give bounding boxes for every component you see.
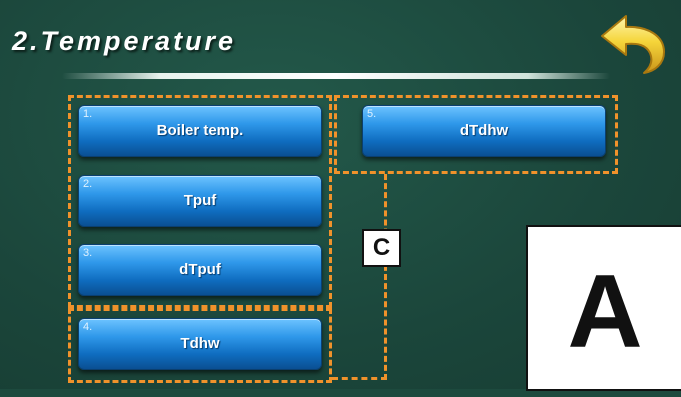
boiler-temp-button[interactable]: 1. Boiler temp. xyxy=(78,105,322,157)
annotation-label-c: C xyxy=(362,229,401,267)
button-number: 3. xyxy=(83,247,93,259)
button-number: 2. xyxy=(83,178,93,190)
page-title: 2.Temperature xyxy=(12,26,237,56)
button-label: Tpuf xyxy=(183,192,217,209)
temperature-screen: 2.Temperature 1. Boiler temp. 2. Tpuf 3.… xyxy=(0,0,681,391)
title-underline xyxy=(62,73,610,79)
curved-back-arrow-icon xyxy=(601,15,665,74)
highlight-region-c xyxy=(332,174,387,380)
annotation-label-a: A xyxy=(526,225,681,391)
button-label: Boiler temp. xyxy=(156,122,244,139)
dtpuf-button[interactable]: 3. dTpuf xyxy=(78,244,322,296)
button-label: Tdhw xyxy=(180,335,220,352)
button-label: dTdhw xyxy=(459,122,509,139)
button-number: 4. xyxy=(83,321,93,333)
tdhw-button[interactable]: 4. Tdhw xyxy=(78,318,322,370)
tpuf-button[interactable]: 2. Tpuf xyxy=(78,175,322,227)
back-button[interactable] xyxy=(598,10,670,76)
button-label: dTpuf xyxy=(179,261,221,278)
dtdhw-button[interactable]: 5. dTdhw xyxy=(362,105,606,157)
button-number: 5. xyxy=(367,108,377,120)
button-number: 1. xyxy=(83,108,93,120)
